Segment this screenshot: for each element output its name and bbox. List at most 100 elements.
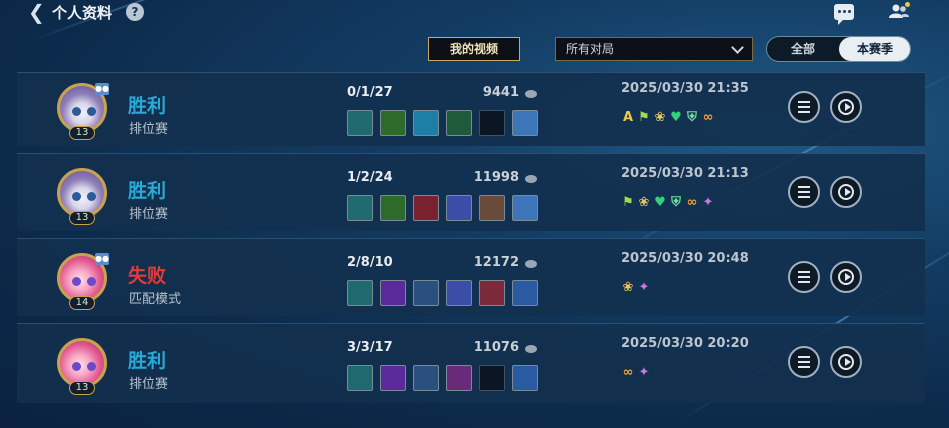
- item-crystal-icon[interactable]: [413, 110, 439, 136]
- match-result: 胜利: [128, 350, 167, 372]
- match-date: 2025/03/30 20:20: [621, 336, 749, 351]
- match-result: 失败: [128, 265, 167, 287]
- match-date: 2025/03/30 21:35: [621, 81, 749, 96]
- item-orb-icon[interactable]: [380, 280, 406, 306]
- shield-icon: ⛨: [671, 195, 681, 210]
- item-crown-icon[interactable]: [413, 365, 439, 391]
- replay-button[interactable]: [830, 346, 862, 378]
- match-filter-dropdown[interactable]: 所有对局: [555, 37, 753, 61]
- champion-level: 14: [69, 296, 95, 310]
- replay-button[interactable]: [830, 91, 862, 123]
- item-book-icon[interactable]: [479, 280, 505, 306]
- tab-all[interactable]: 全部: [767, 37, 839, 61]
- match-filter-value: 所有对局: [566, 42, 615, 56]
- gold-coin-icon: [525, 260, 537, 268]
- list-icon: [798, 101, 810, 113]
- gold-coin-icon: [525, 90, 537, 98]
- match-mode: 排位赛: [129, 207, 169, 222]
- match-mode: 排位赛: [129, 122, 169, 137]
- empty-item-slot: [479, 365, 505, 391]
- match-mode: 排位赛: [129, 377, 169, 392]
- champion-level: 13: [69, 381, 95, 395]
- gold-coin-icon: [525, 345, 537, 353]
- replay-button[interactable]: [830, 176, 862, 208]
- item-boots-icon[interactable]: [347, 195, 373, 221]
- match-date: 2025/03/30 21:13: [621, 166, 749, 181]
- match-row[interactable]: 13 胜利 排位赛 3/3/17 11076 2025/03/30 20:20 …: [17, 323, 925, 403]
- laurel-icon: ❀: [654, 110, 666, 125]
- chain-icon: ∞: [686, 195, 698, 210]
- item-slots: [347, 280, 547, 306]
- rank-a-badge: A: [622, 110, 634, 125]
- match-details-button[interactable]: [788, 176, 820, 208]
- item-mask-icon[interactable]: [413, 195, 439, 221]
- chain-icon: ∞: [702, 110, 714, 125]
- item-boots-icon[interactable]: [347, 365, 373, 391]
- chevron-down-icon: [731, 41, 744, 54]
- list-icon: [798, 356, 810, 368]
- list-icon: [798, 271, 810, 283]
- item-slots: [347, 195, 547, 221]
- gold-amount: 11998: [473, 170, 519, 185]
- item-staff-icon[interactable]: [512, 365, 538, 391]
- list-icon: [798, 186, 810, 198]
- item-orb-icon[interactable]: [380, 365, 406, 391]
- notification-dot: [905, 2, 910, 7]
- chat-icon[interactable]: [834, 4, 854, 25]
- flag-icon: ⚑: [638, 110, 650, 125]
- duo-icon: ●●: [95, 253, 109, 265]
- match-details-button[interactable]: [788, 346, 820, 378]
- match-row[interactable]: ●● 13 胜利 排位赛 0/1/27 9441 2025/03/30 21:3…: [17, 72, 925, 146]
- back-arrow-icon[interactable]: ❮: [28, 2, 45, 22]
- gold-coin-icon: [525, 175, 537, 183]
- replay-button[interactable]: [830, 261, 862, 293]
- item-crown-icon[interactable]: [413, 280, 439, 306]
- match-date: 2025/03/30 20:48: [621, 251, 749, 266]
- flag-icon: ⚑: [622, 195, 634, 210]
- wings-icon: ✦: [638, 365, 650, 380]
- gold-amount: 9441: [482, 85, 519, 100]
- wings-icon: ✦: [638, 280, 650, 295]
- item-boots-icon[interactable]: [347, 280, 373, 306]
- match-details-button[interactable]: [788, 261, 820, 293]
- heart-icon: ♥: [654, 195, 666, 210]
- gold-amount: 12172: [473, 255, 519, 270]
- header-bar: ❮ 个人资料 ?: [0, 0, 949, 25]
- item-staff-icon[interactable]: [512, 280, 538, 306]
- gold-amount: 11076: [473, 340, 519, 355]
- chain-icon: ∞: [622, 365, 634, 380]
- item-dragon-icon[interactable]: [446, 280, 472, 306]
- item-jade-icon[interactable]: [380, 110, 406, 136]
- item-potion-icon[interactable]: [512, 195, 538, 221]
- duo-icon: ●●: [95, 83, 109, 95]
- laurel-icon: ❀: [622, 280, 634, 295]
- item-jade-icon[interactable]: [380, 195, 406, 221]
- item-ring-icon[interactable]: [446, 110, 472, 136]
- champion-level: 13: [69, 126, 95, 140]
- shield-icon: ⛨: [687, 110, 697, 125]
- match-details-button[interactable]: [788, 91, 820, 123]
- match-row[interactable]: 13 胜利 排位赛 1/2/24 11998 2025/03/30 21:13 …: [17, 153, 925, 231]
- item-boots-icon[interactable]: [347, 110, 373, 136]
- page-title: 个人资料: [52, 4, 113, 22]
- tab-this-season[interactable]: 本赛季: [839, 37, 910, 61]
- item-dragon-icon[interactable]: [446, 195, 472, 221]
- match-result: 胜利: [128, 95, 167, 117]
- item-slots: [347, 365, 547, 391]
- my-videos-button[interactable]: 我的视频: [428, 37, 520, 61]
- item-slots: [347, 110, 547, 136]
- heart-icon: ♥: [670, 110, 682, 125]
- wings-icon: ✦: [702, 195, 714, 210]
- item-armor-icon[interactable]: [479, 195, 505, 221]
- item-flower-icon[interactable]: [446, 365, 472, 391]
- laurel-icon: ❀: [638, 195, 650, 210]
- item-potion-icon[interactable]: [512, 110, 538, 136]
- match-row[interactable]: ●● 14 失败 匹配模式 2/8/10 12172 2025/03/30 20…: [17, 238, 925, 316]
- friends-icon[interactable]: [888, 2, 910, 20]
- help-icon[interactable]: ?: [126, 3, 144, 21]
- match-mode: 匹配模式: [129, 292, 182, 307]
- match-result: 胜利: [128, 180, 167, 202]
- champion-level: 13: [69, 211, 95, 225]
- empty-item-slot: [479, 110, 505, 136]
- season-toggle: 全部 本赛季: [766, 36, 911, 62]
